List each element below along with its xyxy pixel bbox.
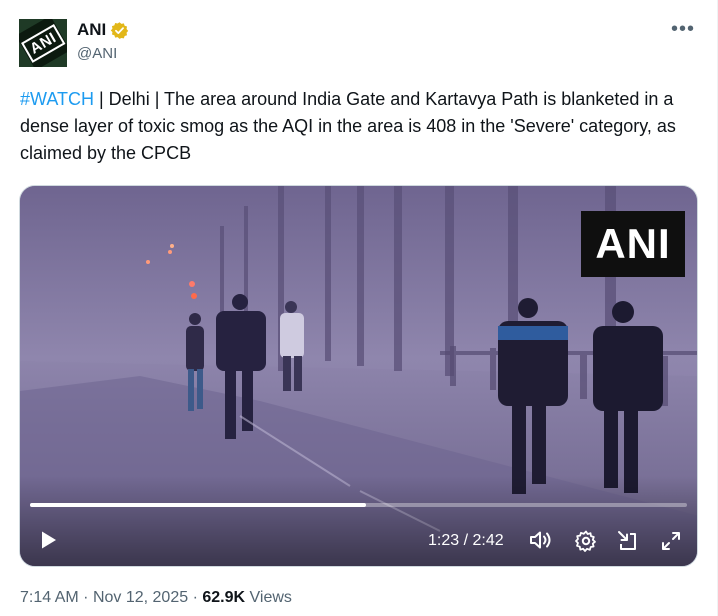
settings-gear-icon[interactable] xyxy=(574,529,598,553)
verified-badge-icon[interactable] xyxy=(110,21,129,40)
views-count[interactable]: 62.9K xyxy=(202,589,245,606)
views-label: Views xyxy=(249,589,292,606)
street-light xyxy=(189,281,195,287)
tweet-date[interactable]: Nov 12, 2025 xyxy=(93,589,188,606)
fullscreen-icon[interactable] xyxy=(660,530,682,552)
street-light xyxy=(168,250,172,254)
ani-watermark-logo: ANI xyxy=(581,211,685,277)
more-options-icon[interactable]: ••• xyxy=(671,19,695,39)
picture-in-picture-icon[interactable] xyxy=(616,529,640,553)
street-light xyxy=(191,293,197,299)
video-player[interactable]: ANI 1:23 / 2:42 xyxy=(19,185,698,567)
hashtag-link[interactable]: #WATCH xyxy=(20,89,94,109)
author-handle[interactable]: @ANI xyxy=(77,45,117,62)
tweet-time[interactable]: 7:14 AM xyxy=(20,589,79,606)
avatar-logo-text: ANI xyxy=(21,23,65,63)
street-light xyxy=(170,244,174,248)
avatar[interactable]: ANI xyxy=(19,19,67,67)
video-time-display: 1:23 / 2:42 xyxy=(428,532,504,549)
tweet-text: #WATCH | Delhi | The area around India G… xyxy=(20,86,700,167)
author-display-name[interactable]: ANI xyxy=(77,20,106,40)
volume-icon[interactable] xyxy=(528,528,554,552)
video-progress-bar[interactable] xyxy=(30,503,687,507)
play-icon[interactable] xyxy=(36,528,60,552)
tweet-body: | Delhi | The area around India Gate and… xyxy=(20,89,676,163)
ani-watermark-text: ANI xyxy=(595,220,671,267)
tweet-meta: 7:14 AM · Nov 12, 2025 · 62.9K Views xyxy=(20,589,292,607)
author-name-row: ANI xyxy=(77,20,129,40)
tweet-card: ANI ANI @ANI ••• #WATCH | Delhi | The ar… xyxy=(0,0,718,616)
video-progress-fill xyxy=(30,503,367,507)
street-light xyxy=(146,260,150,264)
avatar-logo: ANI xyxy=(19,19,67,67)
meta-separator: · xyxy=(83,589,89,606)
meta-separator: · xyxy=(192,589,198,606)
